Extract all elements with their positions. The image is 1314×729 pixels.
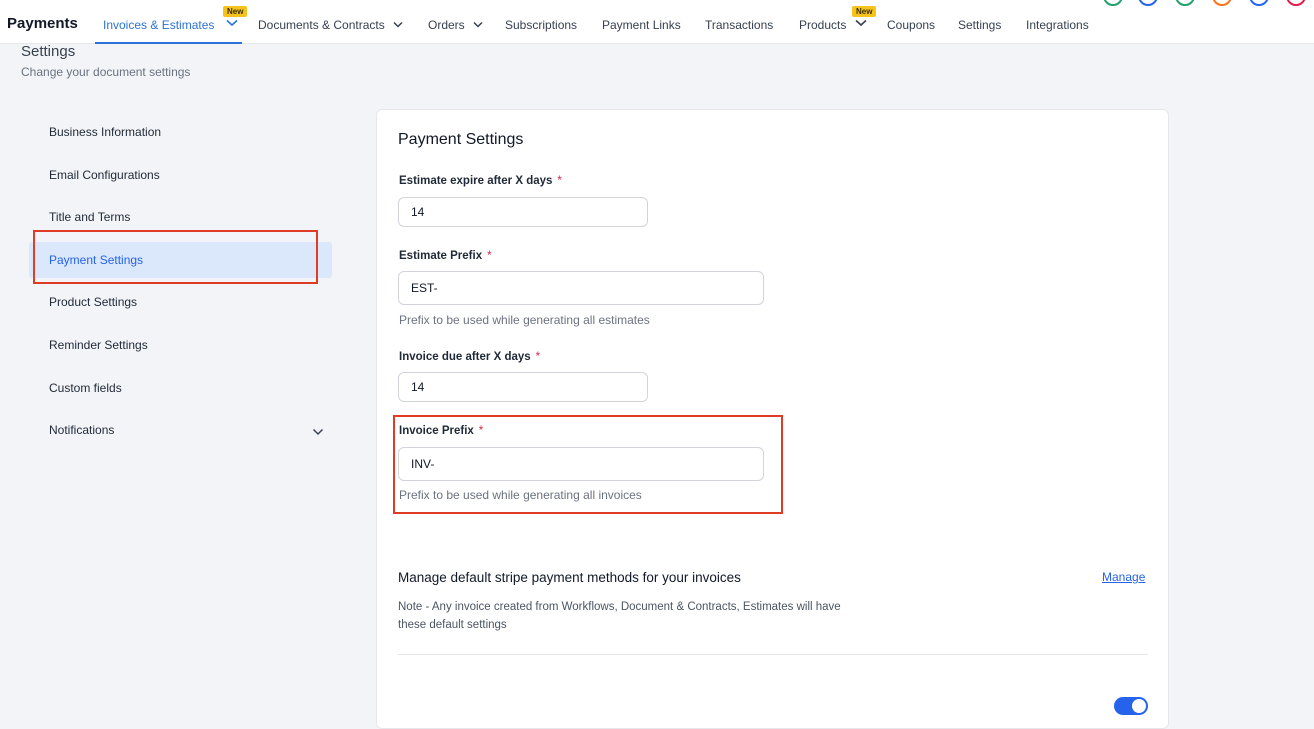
estimate-prefix-input[interactable]	[398, 271, 764, 305]
sidebar-item-label: Custom fields	[49, 381, 122, 395]
manage-link[interactable]: Manage	[1102, 570, 1145, 584]
sidebar-item-custom-fields[interactable]: Custom fields	[29, 370, 332, 406]
chevron-down-icon[interactable]	[312, 428, 324, 436]
sidebar-item-reminder-settings[interactable]: Reminder Settings	[29, 327, 332, 363]
card-title: Payment Settings	[398, 131, 524, 148]
tab-label: Transactions	[705, 18, 774, 32]
estimate-prefix-help: Prefix to be used while generating all e…	[399, 313, 650, 327]
tab-label: Subscriptions	[505, 18, 578, 32]
tab-documents-contracts[interactable]: Documents & Contracts	[258, 18, 403, 32]
stripe-methods-note: Note - Any invoice created from Workflow…	[398, 601, 841, 631]
tab-invoices-estimates[interactable]: Invoices & Estimates	[103, 18, 214, 32]
estimate-prefix-label: Estimate Prefix *	[399, 250, 492, 262]
estimate-expire-input[interactable]	[398, 197, 648, 227]
tab-label: Products	[799, 18, 847, 32]
sidebar-item-title-and-terms[interactable]: Title and Terms	[29, 199, 332, 235]
payment-method-toggle[interactable]	[1114, 697, 1148, 715]
tab-orders[interactable]: Orders	[428, 18, 483, 32]
sidebar-item-product-settings[interactable]: Product Settings	[29, 284, 332, 320]
tab-label: Documents & Contracts	[258, 18, 385, 32]
tab-label: Coupons	[887, 18, 936, 32]
invoice-prefix-help: Prefix to be used while generating all i…	[399, 488, 642, 502]
sidebar-item-label: Email Configurations	[49, 168, 160, 182]
invoice-due-label: Invoice due after X days *	[399, 351, 541, 363]
tab-subscriptions[interactable]: Subscriptions	[505, 18, 577, 32]
sidebar-item-payment-settings[interactable]: Payment Settings	[29, 242, 332, 278]
sidebar-item-label: Reminder Settings	[49, 338, 148, 352]
app-avatar[interactable]	[1212, 0, 1232, 6]
sidebar-item-label: Notifications	[49, 423, 115, 437]
tab-label: Integrations	[1026, 18, 1089, 32]
required-asterisk: *	[535, 351, 541, 363]
sidebar-item-label: Payment Settings	[49, 253, 144, 267]
chevron-down-icon	[393, 21, 403, 28]
active-tab-indicator	[95, 42, 242, 44]
tab-settings[interactable]: Settings	[958, 18, 1001, 32]
required-asterisk: *	[478, 425, 484, 437]
app-title: Payments	[7, 15, 78, 32]
tab-products[interactable]: Products	[799, 18, 846, 32]
stripe-methods-title: Manage default stripe payment methods fo…	[398, 570, 741, 585]
invoice-prefix-input[interactable]	[398, 447, 764, 481]
tab-label: Payment Links	[602, 18, 681, 32]
app-avatar[interactable]	[1175, 0, 1195, 6]
tab-transactions[interactable]: Transactions	[705, 18, 773, 32]
tab-label: Orders	[428, 18, 465, 32]
sidebar-item-label: Title and Terms	[49, 210, 131, 224]
new-badge: New	[223, 6, 248, 17]
chevron-down-icon[interactable]	[855, 19, 867, 27]
chevron-down-icon	[473, 21, 483, 28]
app-avatar[interactable]	[1103, 0, 1123, 6]
invoice-prefix-label: Invoice Prefix *	[399, 425, 484, 437]
app-avatar[interactable]	[1138, 0, 1158, 6]
required-asterisk: *	[487, 250, 492, 262]
sidebar-item-label: Product Settings	[49, 295, 138, 309]
sidebar-item-email-configurations[interactable]: Email Configurations	[29, 157, 332, 193]
required-asterisk: *	[557, 175, 562, 187]
page-subtitle: Change your document settings	[21, 65, 191, 79]
chevron-down-icon[interactable]	[226, 19, 238, 27]
tab-coupons[interactable]: Coupons	[887, 18, 935, 32]
top-navigation: Payments Invoices & Estimates New Docume…	[0, 0, 1314, 44]
divider	[398, 654, 1148, 655]
invoice-due-input[interactable]	[398, 372, 648, 402]
tab-payment-links[interactable]: Payment Links	[602, 18, 681, 32]
tab-label: Settings	[958, 18, 1002, 32]
payment-settings-card: Payment Settings Estimate expire after X…	[376, 109, 1169, 729]
sidebar-item-business-information[interactable]: Business Information	[29, 114, 332, 150]
new-badge: New	[852, 6, 877, 17]
sidebar-item-notifications[interactable]: Notifications	[29, 412, 332, 448]
tab-label: Invoices & Estimates	[103, 18, 215, 32]
tab-integrations[interactable]: Integrations	[1026, 18, 1089, 32]
app-avatar[interactable]	[1286, 0, 1306, 6]
sidebar-item-label: Business Information	[49, 125, 162, 139]
page-title: Settings	[21, 43, 76, 60]
estimate-expire-label: Estimate expire after X days *	[399, 175, 562, 187]
app-avatar[interactable]	[1249, 0, 1269, 6]
